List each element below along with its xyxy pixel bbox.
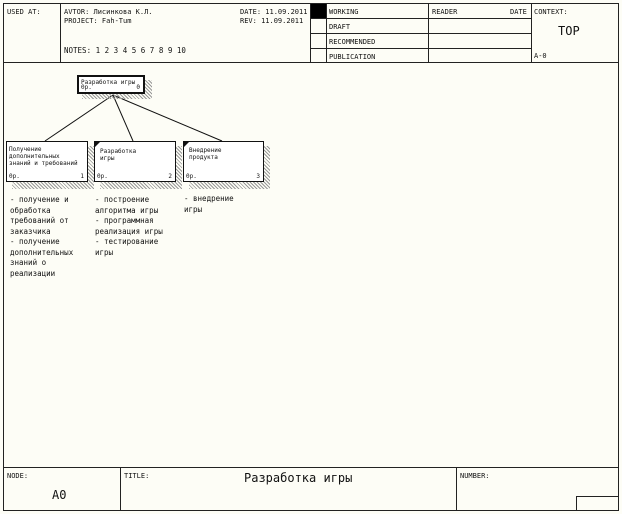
activity-cost-2: 0р. xyxy=(97,173,108,180)
footer-divider xyxy=(120,467,121,511)
title-label: TITLE: xyxy=(124,472,150,480)
activity-description-1: - получение и обработка требований от за… xyxy=(10,195,74,278)
footer-divider xyxy=(456,467,457,511)
footer-page-box xyxy=(576,496,619,511)
activity-description-3: - внедрение игры xyxy=(184,194,234,214)
parent-activity-box[interactable]: Разработка игры 0р. 0 xyxy=(77,75,145,94)
number-label: NUMBER: xyxy=(460,472,490,480)
node-value: A0 xyxy=(52,488,67,502)
footer-top-border xyxy=(3,467,619,468)
activity-cost-1: 0р. xyxy=(9,173,20,180)
parent-activity-cost: 0р. xyxy=(81,84,92,91)
activity-title-2: Разработка игры xyxy=(100,148,137,162)
activity-box-1[interactable]: Получение дополнительных знаний и требов… xyxy=(6,141,88,182)
activity-box-3[interactable]: Внедрение продукта 0р. 3 xyxy=(183,141,264,182)
diagram-title: Разработка игры xyxy=(244,471,353,485)
activity-number-3: 3 xyxy=(256,173,260,180)
connector-line-1 xyxy=(44,94,114,142)
node-label: NODE: xyxy=(7,472,29,480)
activity-title-1: Получение дополнительных знаний и требов… xyxy=(9,146,78,167)
activity-box-2[interactable]: Разработка игры 0р. 2 xyxy=(94,141,176,182)
activity-description-2: - построение алгоритма игры - программна… xyxy=(95,195,163,257)
parent-activity-number: 0 xyxy=(136,84,140,91)
activity-number-2: 2 xyxy=(168,173,172,180)
activity-title-3: Внедрение продукта xyxy=(189,147,222,161)
activity-number-1: 1 xyxy=(80,173,84,180)
connector-line-3 xyxy=(112,94,223,142)
activity-cost-3: 0р. xyxy=(186,173,197,180)
activity-box-2-corner-mark xyxy=(95,142,100,147)
